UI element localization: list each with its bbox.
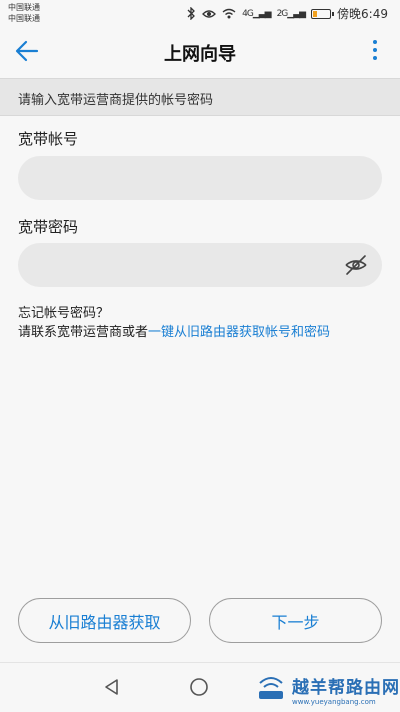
- help-prefix: 请联系宽带运营商或者: [18, 325, 149, 340]
- more-options-icon[interactable]: [372, 40, 378, 64]
- password-input[interactable]: [36, 243, 340, 289]
- nav-back-icon[interactable]: [102, 677, 122, 697]
- clock: 傍晚6:49: [337, 7, 388, 21]
- router-logo-icon: [259, 677, 283, 699]
- forgot-question: 忘记帐号密码？: [18, 306, 110, 321]
- hint-text: 请输入宽带运营商提供的帐号密码: [18, 93, 214, 108]
- next-step-button[interactable]: 下一步: [209, 598, 382, 643]
- account-input[interactable]: [36, 156, 340, 202]
- network-type-2: 2G: [276, 8, 289, 19]
- bluetooth-icon: [187, 7, 196, 20]
- hint-banner: 请输入宽带运营商提供的帐号密码: [0, 78, 400, 116]
- app-bar: 上网向导: [0, 28, 400, 76]
- signal-2-icon: 2G▁▃▅: [276, 8, 306, 19]
- hide-password-icon[interactable]: [344, 254, 368, 276]
- get-from-old-router-button[interactable]: 从旧路由器获取: [18, 598, 191, 643]
- carrier-info: 中国联通 中国联通: [8, 2, 40, 24]
- wifi-icon: [222, 8, 236, 19]
- eye-comfort-icon: [202, 9, 217, 18]
- signal-1-icon: 4G▁▃▅: [242, 8, 271, 19]
- password-field[interactable]: [18, 243, 382, 289]
- nav-home-icon[interactable]: [188, 676, 210, 698]
- battery-icon: [311, 8, 335, 19]
- forgot-credentials-help: 忘记帐号密码？ 请联系宽带运营商或者一键从旧路由器获取帐号和密码: [18, 304, 330, 342]
- status-icons: 4G▁▃▅ 2G▁▃▅ 傍晚6:49: [187, 5, 388, 22]
- network-type-1: 4G: [242, 8, 254, 19]
- account-field[interactable]: [18, 156, 382, 202]
- watermark-url: www.yueyangbang.com: [292, 698, 376, 706]
- password-label: 宽带密码: [18, 218, 79, 236]
- carrier-1: 中国联通: [8, 3, 40, 12]
- page-title: 上网向导: [164, 44, 236, 65]
- status-bar: 中国联通 中国联通 4G▁▃▅ 2G▁▃▅ 傍晚6:49: [0, 0, 400, 28]
- battery-level: [313, 10, 317, 17]
- watermark-title: 越羊帮路由网: [292, 678, 400, 698]
- carrier-2: 中国联通: [8, 14, 40, 23]
- retrieve-from-old-router-link[interactable]: 一键从旧路由器获取帐号和密码: [148, 325, 330, 340]
- watermark: 越羊帮路由网 www.yueyangbang.com: [258, 673, 400, 706]
- navigation-bar: 越羊帮路由网 www.yueyangbang.com: [0, 662, 400, 712]
- account-label: 宽带帐号: [18, 130, 79, 148]
- help-instruction: 请联系宽带运营商或者一键从旧路由器获取帐号和密码: [18, 323, 330, 342]
